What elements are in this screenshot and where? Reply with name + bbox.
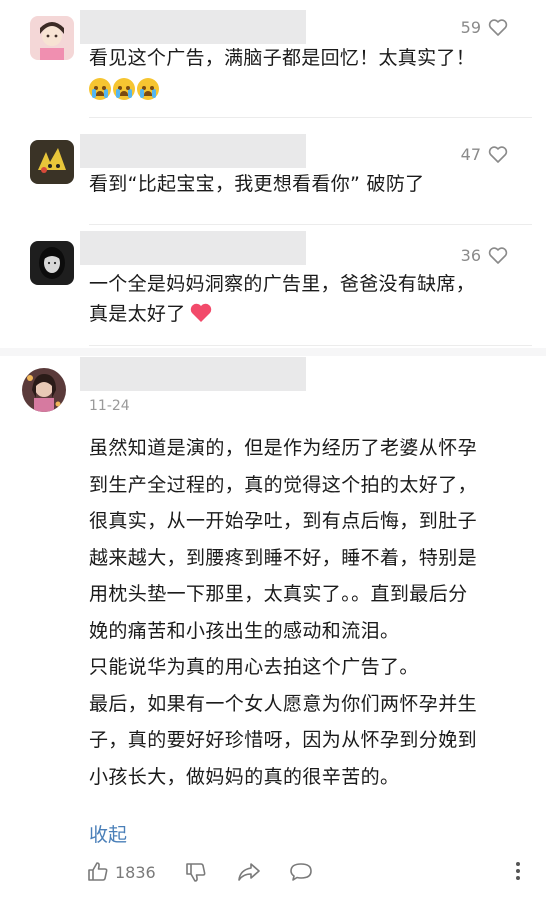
comment-text: 虽然知道是演的，但是作为经历了老婆从怀孕 到生产全过程的，真的觉得这个拍的太好了… bbox=[89, 437, 478, 788]
heart-icon bbox=[488, 246, 508, 264]
crying-emoji-icon bbox=[89, 77, 111, 100]
username-redacted[interactable] bbox=[80, 357, 306, 391]
comment-item: 47 看到“比起宝宝，我更想看看你” 破防了 bbox=[0, 118, 546, 225]
like-count: 59 bbox=[460, 18, 481, 37]
avatar[interactable] bbox=[30, 140, 74, 184]
collapse-link[interactable]: 收起 bbox=[89, 820, 127, 847]
avatar[interactable] bbox=[30, 16, 74, 60]
comment-item: 59 看见这个广告，满脑子都是回忆！太真实了！ bbox=[0, 0, 546, 118]
comment-text: 看见这个广告，满脑子都是回忆！太真实了！ bbox=[89, 44, 475, 102]
comment-action-bar: 1836 bbox=[86, 860, 526, 890]
more-button[interactable] bbox=[514, 860, 522, 882]
like-count: 36 bbox=[460, 246, 481, 265]
crying-emoji-icon bbox=[137, 77, 159, 100]
comment-icon bbox=[290, 863, 312, 881]
username-redacted[interactable] bbox=[80, 10, 306, 44]
avatar[interactable] bbox=[30, 241, 74, 285]
comment-item: 36 一个全是妈妈洞察的广告里，爸爸没有缺席， 真是太好了 bbox=[0, 225, 546, 350]
like-count: 1836 bbox=[115, 862, 156, 882]
username-redacted[interactable] bbox=[80, 231, 306, 265]
like-button[interactable]: 1836 bbox=[86, 860, 156, 884]
crying-emoji-icon bbox=[113, 77, 135, 100]
thumbs-down-icon bbox=[186, 863, 206, 882]
share-button[interactable] bbox=[236, 860, 262, 884]
share-icon bbox=[238, 863, 260, 881]
reply-button[interactable] bbox=[288, 860, 314, 884]
like-button[interactable]: 36 bbox=[461, 246, 508, 265]
divider bbox=[89, 345, 532, 346]
like-button[interactable]: 59 bbox=[461, 18, 508, 37]
heart-icon bbox=[488, 145, 508, 163]
comment-date: 11-24 bbox=[89, 398, 130, 414]
like-button[interactable]: 47 bbox=[461, 145, 508, 164]
username-redacted[interactable] bbox=[80, 134, 306, 168]
crying-emoji-row bbox=[89, 74, 475, 102]
thumbs-up-icon bbox=[88, 862, 108, 881]
section-separator bbox=[0, 348, 546, 356]
like-count: 47 bbox=[460, 145, 481, 164]
comment-text: 一个全是妈妈洞察的广告里，爸爸没有缺席， 真是太好了 bbox=[89, 273, 476, 325]
avatar[interactable] bbox=[22, 368, 66, 412]
dislike-button[interactable] bbox=[184, 860, 208, 884]
heart-icon bbox=[488, 18, 508, 36]
red-heart-emoji-icon bbox=[190, 303, 211, 322]
more-icon bbox=[516, 862, 520, 880]
comment-text: 看到“比起宝宝，我更想看看你” 破防了 bbox=[89, 173, 425, 195]
